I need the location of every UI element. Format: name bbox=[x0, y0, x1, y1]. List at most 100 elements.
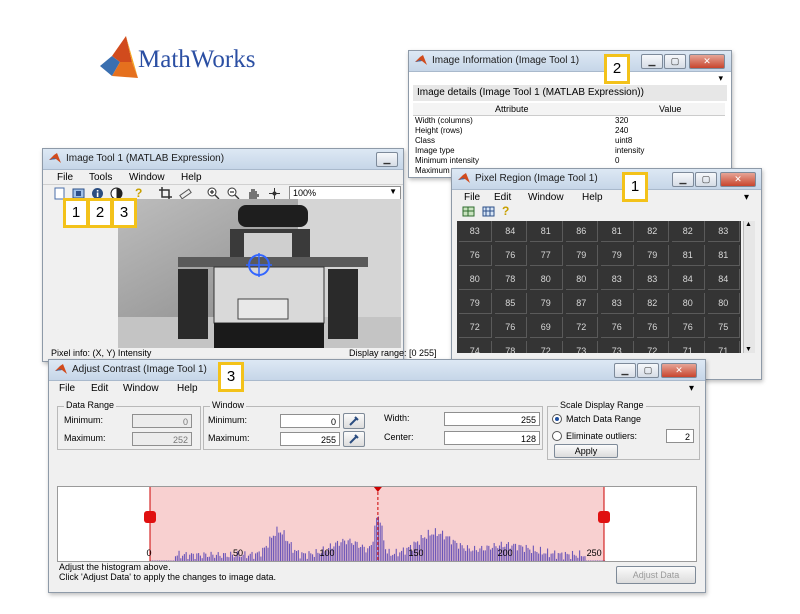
histogram-bar bbox=[424, 537, 426, 561]
pixel-cell: 83 bbox=[636, 269, 669, 290]
menu-help[interactable]: Help bbox=[181, 172, 202, 183]
chevron-down-icon[interactable]: ▾ bbox=[689, 383, 694, 394]
adjust-contrast-window[interactable]: Adjust Contrast (Image Tool 1) ▁ ▢ ✕ Fil… bbox=[48, 359, 706, 593]
width-label: Width: bbox=[384, 413, 410, 423]
center-input[interactable]: 128 bbox=[444, 431, 540, 445]
image-tool-window[interactable]: Image Tool 1 (MATLAB Expression) ▁ File … bbox=[42, 148, 437, 362]
pixel-cell: 81 bbox=[530, 221, 563, 242]
window-min-input[interactable]: 0 bbox=[280, 414, 340, 428]
histogram-bar bbox=[271, 537, 273, 561]
axis-tick-label: 0 bbox=[146, 548, 152, 558]
pixel-cell: 76 bbox=[601, 317, 634, 338]
histogram-bar bbox=[272, 535, 274, 561]
menu-window[interactable]: Window bbox=[129, 172, 165, 183]
menu-file[interactable]: File bbox=[464, 192, 480, 203]
robot-image bbox=[118, 199, 401, 348]
chevron-down-icon[interactable]: ▾ bbox=[718, 73, 723, 84]
table-row: Image type intensity bbox=[413, 146, 725, 156]
window-max-input[interactable]: 255 bbox=[280, 432, 340, 446]
histogram-bar bbox=[288, 543, 290, 561]
histogram-bar bbox=[441, 530, 444, 561]
histogram-bar bbox=[532, 545, 534, 561]
attribute-cell: Width (columns) bbox=[415, 116, 473, 125]
eyedropper-min-button[interactable] bbox=[343, 413, 365, 429]
table-row: Width (columns) 320 bbox=[413, 116, 725, 126]
menu-edit[interactable]: Edit bbox=[91, 383, 108, 394]
image-display[interactable] bbox=[118, 199, 401, 348]
menu-help[interactable]: Help bbox=[582, 192, 603, 203]
histogram-bar bbox=[336, 540, 339, 561]
histogram-bar bbox=[445, 536, 447, 561]
attribute-table: Attribute Value Width (columns) 320 Height… bbox=[413, 103, 725, 175]
histogram-bar bbox=[461, 545, 463, 561]
close-button[interactable]: ✕ bbox=[661, 363, 697, 378]
pixel-cell: 78 bbox=[494, 269, 527, 290]
chevron-down-icon[interactable]: ▾ bbox=[744, 192, 749, 203]
pixel-region-window[interactable]: Pixel Region (Image Tool 1) ▁ ▢ ✕ File E… bbox=[451, 168, 762, 380]
image-info-titlebar[interactable]: Image Information (Image Tool 1) ▁ ▢ ✕ bbox=[409, 51, 731, 72]
pixel-cell: 85 bbox=[494, 293, 527, 314]
histogram-bar bbox=[450, 544, 452, 561]
menu-help[interactable]: Help bbox=[177, 383, 198, 394]
histogram-bar bbox=[347, 540, 349, 561]
menu-window[interactable]: Window bbox=[123, 383, 159, 394]
pixel-cell: 81 bbox=[707, 245, 740, 266]
adjust-data-button[interactable]: Adjust Data bbox=[616, 566, 696, 584]
value-cell: intensity bbox=[615, 146, 645, 155]
histogram-bar bbox=[335, 542, 337, 561]
vertical-scrollbar[interactable]: ▲ ▼ bbox=[743, 221, 755, 353]
histogram-bar bbox=[352, 544, 355, 561]
callout-image-info: 2 bbox=[87, 198, 113, 228]
pixel-region-titlebar[interactable]: Pixel Region (Image Tool 1) ▁ ▢ ✕ bbox=[452, 169, 761, 190]
pixel-cell: 86 bbox=[565, 221, 598, 242]
eyedropper-max-button[interactable] bbox=[343, 431, 365, 447]
maximize-button[interactable]: ▢ bbox=[695, 172, 717, 187]
pixel-cell: 79 bbox=[601, 245, 634, 266]
image-tool-titlebar[interactable]: Image Tool 1 (MATLAB Expression) ▁ bbox=[43, 149, 403, 170]
status-line-2: Click 'Adjust Data' to apply the changes… bbox=[59, 572, 277, 582]
attribute-cell: Class bbox=[415, 136, 436, 145]
menu-window[interactable]: Window bbox=[528, 192, 564, 203]
callout-1: 1 bbox=[622, 172, 648, 202]
max-handle[interactable] bbox=[598, 511, 610, 523]
maximize-button[interactable]: ▢ bbox=[637, 363, 659, 378]
minimize-button[interactable]: ▁ bbox=[672, 172, 694, 187]
pixel-grid[interactable]: 83 84 81 86 81 82 82 83 76 76 77 79 79 79 81 81 80 78 80 80… bbox=[457, 221, 741, 353]
minimize-button[interactable]: ▁ bbox=[641, 54, 663, 69]
help-icon[interactable]: ? bbox=[502, 204, 509, 218]
minimize-button[interactable]: ▁ bbox=[614, 363, 636, 378]
outliers-percent-input[interactable]: 2 bbox=[666, 429, 694, 443]
copy-position-icon[interactable] bbox=[462, 205, 475, 218]
pixel-cell: 83 bbox=[601, 293, 634, 314]
maximize-button[interactable]: ▢ bbox=[664, 54, 686, 69]
data-range-max-label: Maximum: bbox=[64, 433, 106, 443]
scale-display-title: Scale Display Range bbox=[558, 400, 646, 410]
apply-button[interactable]: Apply bbox=[554, 444, 618, 458]
pixel-cell: 78 bbox=[495, 341, 527, 353]
menu-file[interactable]: File bbox=[57, 172, 73, 183]
match-data-radio[interactable] bbox=[552, 414, 562, 424]
histogram-bar bbox=[522, 546, 524, 561]
histogram-bar bbox=[474, 545, 476, 561]
histogram-bar bbox=[452, 539, 454, 561]
histogram-bar bbox=[436, 535, 438, 561]
pixel-region-menubar: File Edit Window Help ▾ bbox=[452, 190, 761, 206]
histogram-bar bbox=[429, 535, 431, 561]
minimize-button[interactable]: ▁ bbox=[376, 152, 398, 167]
status-line-1: Adjust the histogram above. bbox=[59, 562, 171, 572]
histogram-bar bbox=[539, 546, 542, 561]
close-button[interactable]: ✕ bbox=[689, 54, 725, 69]
image-info-window[interactable]: Image Information (Image Tool 1) ▁ ▢ ✕ ▾… bbox=[408, 50, 732, 178]
pixel-cell: 79 bbox=[530, 293, 563, 314]
eliminate-outliers-radio[interactable] bbox=[552, 431, 562, 441]
min-handle[interactable] bbox=[144, 511, 156, 523]
adjust-contrast-titlebar[interactable]: Adjust Contrast (Image Tool 1) ▁ ▢ ✕ bbox=[49, 360, 705, 381]
pixel-grid-icon[interactable] bbox=[482, 205, 495, 218]
menu-tools[interactable]: Tools bbox=[89, 172, 112, 183]
histogram-bar bbox=[402, 547, 404, 561]
menu-edit[interactable]: Edit bbox=[494, 192, 511, 203]
pixel-cell: 73 bbox=[601, 341, 634, 353]
menu-file[interactable]: File bbox=[59, 383, 75, 394]
close-button[interactable]: ✕ bbox=[720, 172, 756, 187]
width-input[interactable]: 255 bbox=[444, 412, 540, 426]
